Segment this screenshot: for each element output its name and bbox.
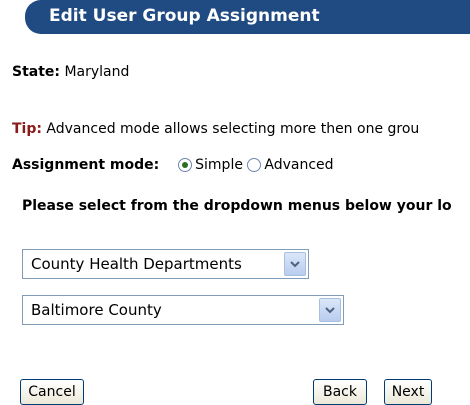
radio-advanced-option[interactable]: Advanced bbox=[247, 157, 334, 173]
page-title: Edit User Group Assignment bbox=[49, 6, 320, 26]
county-dropdown-button[interactable] bbox=[319, 298, 341, 322]
next-button[interactable]: Next bbox=[384, 379, 432, 405]
back-button[interactable]: Back bbox=[313, 379, 367, 405]
chevron-down-icon bbox=[325, 307, 335, 314]
tip-row: Tip: Advanced mode allows selecting more… bbox=[12, 121, 419, 137]
radio-simple-option[interactable]: Simple bbox=[178, 157, 247, 173]
tip-label: Tip: bbox=[12, 121, 42, 137]
radio-simple[interactable] bbox=[178, 158, 193, 172]
page-header: Edit User Group Assignment bbox=[25, 0, 470, 34]
state-label: State: bbox=[12, 64, 61, 80]
group-type-select-value: County Health Departments bbox=[31, 255, 242, 273]
radio-advanced[interactable] bbox=[247, 158, 262, 172]
cancel-button[interactable]: Cancel bbox=[20, 379, 84, 405]
radio-advanced-label[interactable]: Advanced bbox=[264, 157, 333, 173]
state-value: Maryland bbox=[64, 64, 130, 80]
county-select-value: Baltimore County bbox=[31, 301, 162, 319]
group-type-select[interactable]: County Health Departments bbox=[22, 249, 309, 279]
state-row: State: Maryland bbox=[12, 64, 129, 80]
county-select[interactable]: Baltimore County bbox=[22, 295, 344, 325]
tip-text: Advanced mode allows selecting more then… bbox=[46, 121, 420, 137]
instruction-text: Please select from the dropdown menus be… bbox=[22, 198, 452, 214]
radio-simple-label[interactable]: Simple bbox=[195, 157, 243, 173]
assignment-mode-row: Assignment mode: Simple Advanced bbox=[12, 157, 334, 173]
chevron-down-icon bbox=[290, 261, 300, 268]
group-type-dropdown-button[interactable] bbox=[284, 252, 306, 276]
assignment-mode-label: Assignment mode: bbox=[12, 157, 160, 173]
